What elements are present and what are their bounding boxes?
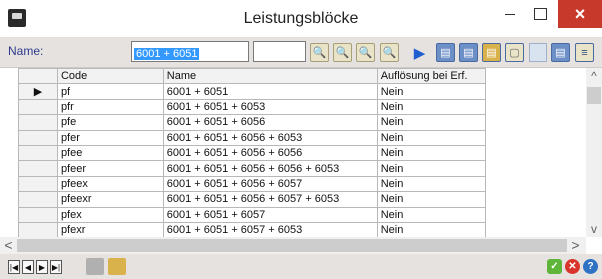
status-bar: |◀ ◀ ▶ ▶| ✓ ✕ ? — [0, 254, 602, 279]
print-icon[interactable] — [86, 258, 104, 275]
cell-aufloesung[interactable]: Nein — [376, 175, 486, 193]
nav-last-icon[interactable]: ▶| — [50, 260, 62, 274]
row-selector[interactable] — [18, 221, 58, 239]
table-row[interactable]: ▶ pf 6001 + 6051 Nein — [18, 83, 587, 100]
cell-code[interactable]: pfe — [56, 114, 164, 131]
help-icon[interactable]: ? — [583, 259, 598, 274]
play-icon[interactable]: ▶ — [410, 43, 429, 62]
scroll-down-icon[interactable]: v — [586, 221, 602, 237]
cell-aufloesung[interactable]: Nein — [376, 160, 486, 177]
cell-code[interactable]: pf — [56, 83, 164, 100]
column-header-empty — [484, 68, 586, 84]
cell-name[interactable]: 6001 + 6051 + 6056 + 6057 — [162, 175, 378, 193]
search-next-icon[interactable]: 🔍 — [356, 43, 375, 62]
title-bar: Leistungsblöcke × — [0, 0, 602, 38]
cell-name[interactable]: 6001 + 6051 + 6056 — [162, 114, 378, 131]
export-icon[interactable]: ▤ — [551, 43, 570, 62]
horizontal-scrollbar[interactable]: < > — [0, 237, 586, 254]
cell-name[interactable]: 6001 + 6051 + 6056 + 6056 + 6053 — [162, 160, 378, 177]
cell-name[interactable]: 6001 + 6051 + 6056 + 6056 — [162, 144, 378, 162]
secondary-input[interactable] — [253, 41, 306, 62]
list-icon[interactable]: ≡ — [575, 43, 594, 62]
table-row[interactable]: pfeexr 6001 + 6051 + 6056 + 6057 + 6053 … — [18, 191, 587, 208]
scroll-left-icon[interactable]: < — [0, 237, 17, 254]
table-row[interactable]: pfeex 6001 + 6051 + 6056 + 6057 Nein — [18, 175, 587, 193]
cell-aufloesung[interactable]: Nein — [376, 98, 486, 116]
table-row[interactable]: pfer 6001 + 6051 + 6056 + 6053 Nein — [18, 129, 587, 146]
folder-icon[interactable]: ▤ — [482, 43, 501, 62]
table-row[interactable]: pfexr 6001 + 6051 + 6057 + 6053 Nein — [18, 221, 587, 239]
row-selector-header — [18, 67, 58, 85]
table-row[interactable]: pfeer 6001 + 6051 + 6056 + 6056 + 6053 N… — [18, 160, 587, 177]
maximize-button[interactable] — [522, 0, 558, 28]
new-record-icon[interactable]: ▤ — [436, 43, 455, 62]
search-plus-icon[interactable]: 🔍 — [333, 43, 352, 62]
edit-record-icon[interactable]: ▤ — [459, 43, 478, 62]
data-grid: Code Name Auflösung bei Erf. ▶ pf 6001 +… — [18, 67, 587, 239]
copy-icon[interactable]: ▢ — [505, 43, 524, 62]
table-row[interactable]: pfe 6001 + 6051 + 6056 Nein — [18, 114, 587, 131]
table-row[interactable]: pfee 6001 + 6051 + 6056 + 6056 Nein — [18, 144, 587, 162]
cell-code[interactable]: pfeex — [56, 175, 164, 193]
cancel-icon[interactable]: ✕ — [565, 259, 580, 274]
cell-name[interactable]: 6001 + 6051 + 6057 — [162, 206, 378, 223]
column-header-name[interactable]: Name — [162, 67, 378, 85]
cell-code[interactable]: pfeexr — [56, 191, 164, 208]
row-selector[interactable] — [18, 160, 58, 177]
cell-code[interactable]: pfer — [56, 129, 164, 146]
cell-code[interactable]: pfee — [56, 144, 164, 162]
cell-name[interactable]: 6001 + 6051 + 6053 — [162, 98, 378, 116]
cell-code[interactable]: pfexr — [56, 221, 164, 239]
scroll-up-icon[interactable]: ^ — [586, 68, 602, 84]
cell-aufloesung[interactable]: Nein — [376, 129, 486, 146]
cell-aufloesung[interactable]: Nein — [376, 144, 486, 162]
column-header-code[interactable]: Code — [56, 67, 164, 85]
nav-next-icon[interactable]: ▶ — [36, 260, 48, 274]
row-selector[interactable] — [18, 129, 58, 146]
cell-aufloesung[interactable]: Nein — [376, 83, 486, 100]
row-selector[interactable] — [18, 175, 58, 193]
vertical-scrollbar[interactable]: ^ v — [586, 68, 602, 237]
nav-prev-icon[interactable]: ◀ — [22, 260, 34, 274]
table-header: Code Name Auflösung bei Erf. — [18, 67, 586, 85]
delete-icon[interactable] — [529, 43, 547, 62]
cell-code[interactable]: pfex — [56, 206, 164, 223]
row-selector[interactable] — [18, 144, 58, 162]
column-header-aufloesung[interactable]: Auflösung bei Erf. — [376, 67, 486, 85]
row-selector[interactable] — [18, 191, 58, 208]
ok-icon[interactable]: ✓ — [547, 259, 562, 274]
cell-name[interactable]: 6001 + 6051 + 6057 + 6053 — [162, 221, 378, 239]
cell-code[interactable]: pfr — [56, 98, 164, 116]
table-row[interactable]: pfr 6001 + 6051 + 6053 Nein — [18, 98, 587, 116]
horizontal-scroll-thumb[interactable] — [17, 239, 567, 252]
cell-aufloesung[interactable]: Nein — [376, 206, 486, 223]
close-button[interactable]: × — [558, 0, 602, 28]
nav-first-icon[interactable]: |◀ — [8, 260, 20, 274]
table-row[interactable]: pfex 6001 + 6051 + 6057 Nein — [18, 206, 587, 223]
name-input-value: 6001 + 6051 — [134, 48, 200, 60]
cell-name[interactable]: 6001 + 6051 + 6056 + 6053 — [162, 129, 378, 146]
row-selector[interactable] — [18, 206, 58, 223]
cell-aufloesung[interactable]: Nein — [376, 114, 486, 131]
name-label: Name: — [8, 44, 44, 58]
blocks-table: Code Name Auflösung bei Erf. ▶ pf 6001 +… — [18, 67, 587, 239]
cell-aufloesung[interactable]: Nein — [376, 221, 486, 239]
cell-aufloesung[interactable]: Nein — [376, 191, 486, 208]
row-selector[interactable] — [18, 98, 58, 116]
scroll-right-icon[interactable]: > — [567, 237, 584, 254]
row-selector-marker[interactable]: ▶ — [18, 83, 58, 100]
cell-code[interactable]: pfeer — [56, 160, 164, 177]
name-input[interactable]: 6001 + 6051 — [131, 41, 249, 62]
search-filter-icon[interactable]: 🔍 — [380, 43, 399, 62]
row-selector[interactable] — [18, 114, 58, 131]
filter-toolbar: Name: 6001 + 6051 🔍 🔍 🔍 🔍 ▶ ▤ ▤ ▤ ▢ ▤ ≡ — [0, 38, 602, 68]
cell-name[interactable]: 6001 + 6051 — [162, 83, 378, 100]
cell-name[interactable]: 6001 + 6051 + 6056 + 6057 + 6053 — [162, 191, 378, 208]
vertical-scroll-thumb[interactable] — [587, 87, 601, 104]
search-icon[interactable]: 🔍 — [310, 43, 329, 62]
export-folder-icon[interactable] — [108, 258, 126, 275]
